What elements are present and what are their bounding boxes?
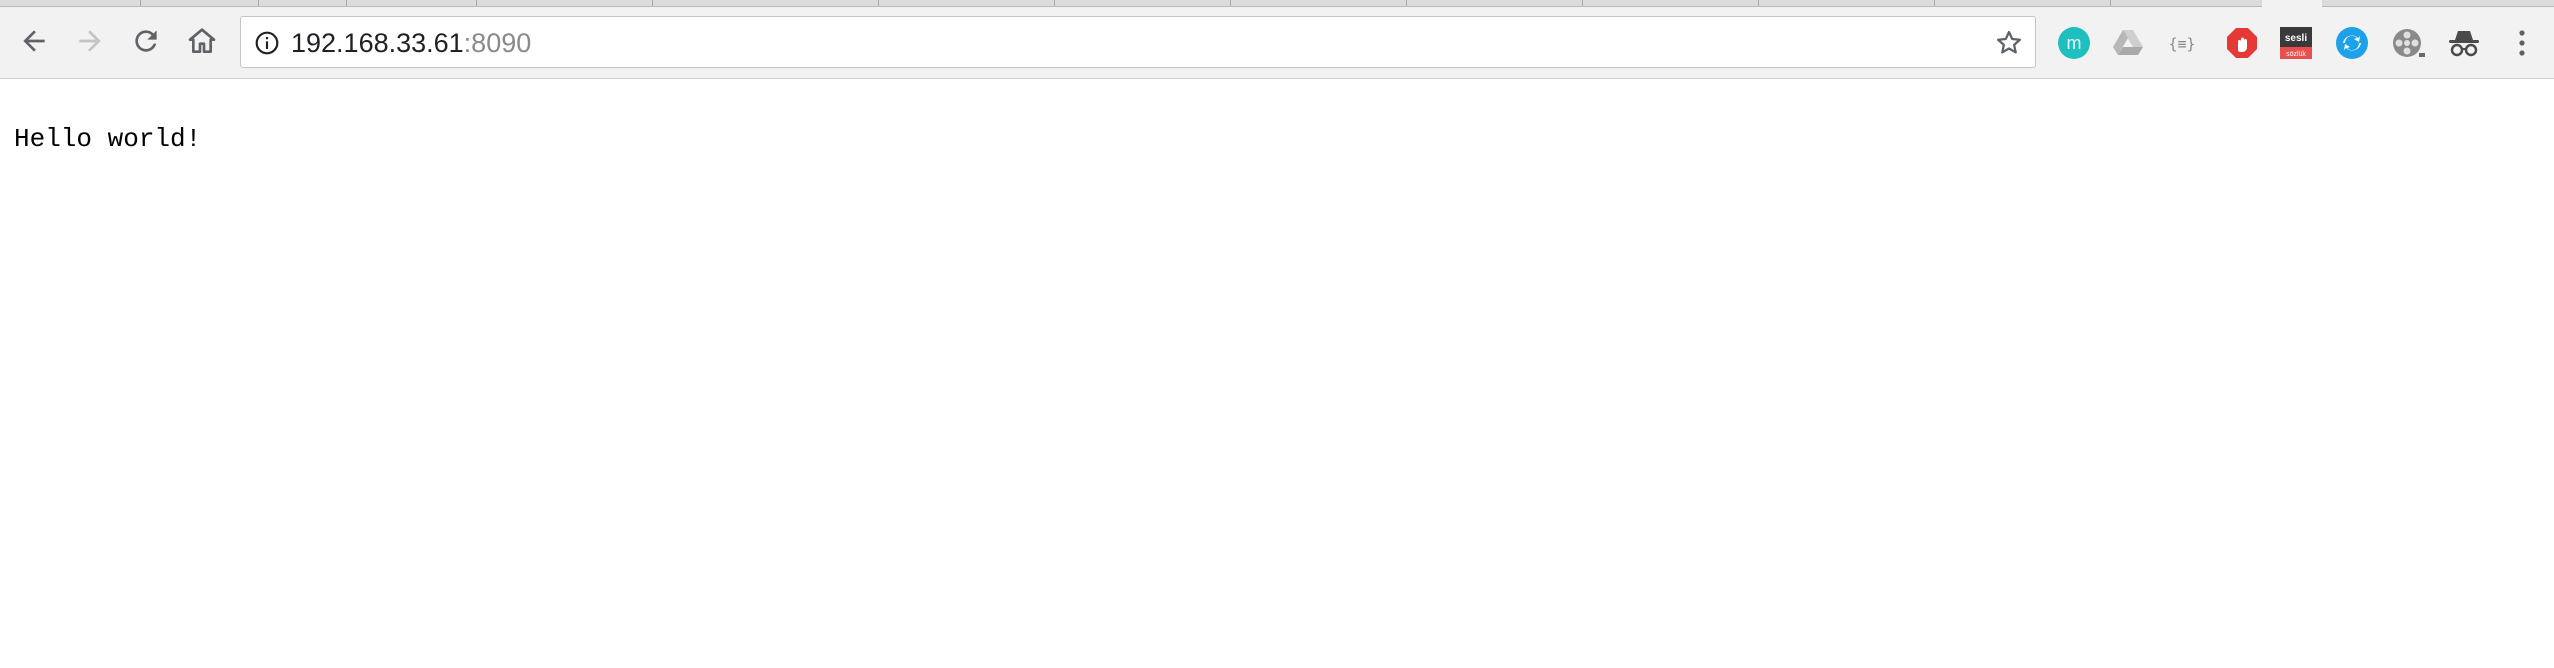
m-extension-icon: m	[2058, 27, 2090, 59]
info-icon	[255, 31, 279, 55]
sync-extension-button[interactable]	[2334, 25, 2370, 61]
film-reel-icon	[2393, 29, 2425, 57]
m-extension-button[interactable]: m	[2056, 25, 2092, 61]
page-content: Hello world!	[0, 80, 2554, 668]
forward-button[interactable]	[68, 19, 112, 63]
page-body-text: Hello world!	[14, 124, 202, 154]
svg-text:{≡}: {≡}	[2168, 35, 2195, 53]
svg-text:m: m	[2067, 33, 2082, 53]
browser-menu-button[interactable]	[2502, 25, 2542, 61]
sesli-sozluk-button[interactable]: sesli sözlük	[2278, 25, 2314, 61]
tab-divider	[1582, 0, 1583, 6]
drive-icon	[2113, 30, 2143, 55]
tab-divider	[476, 0, 477, 6]
tab-divider	[1054, 0, 1055, 6]
tab-divider	[140, 0, 141, 6]
star-icon	[1997, 30, 2021, 54]
tab-divider	[2110, 0, 2111, 6]
home-button[interactable]	[180, 19, 224, 63]
tab-divider	[1406, 0, 1407, 6]
json-formatter-button[interactable]: {≡}	[2164, 25, 2200, 61]
sync-icon	[2336, 27, 2368, 59]
reload-button[interactable]	[124, 19, 168, 63]
tab-divider	[346, 0, 347, 6]
active-tab[interactable]	[2262, 0, 2322, 7]
tab-divider	[1758, 0, 1759, 6]
home-icon	[188, 28, 216, 53]
back-button[interactable]	[12, 19, 56, 63]
json-formatter-icon: {≡}	[2168, 35, 2195, 53]
adblock-icon	[2227, 28, 2257, 58]
tab-divider	[878, 0, 879, 6]
site-info-button[interactable]	[253, 29, 281, 57]
url-host: 192.168.33.61	[291, 28, 464, 58]
adblock-button[interactable]	[2224, 25, 2260, 61]
incognito-icon	[2449, 31, 2479, 57]
incognito-extension-button[interactable]	[2446, 25, 2482, 61]
tab-divider	[1230, 0, 1231, 6]
tab-divider	[652, 0, 653, 6]
film-reel-button[interactable]	[2390, 25, 2426, 61]
svg-text:sözlük: sözlük	[2286, 51, 2306, 58]
tab-divider	[258, 0, 259, 6]
drive-extension-button[interactable]	[2110, 25, 2146, 61]
url-text[interactable]: 192.168.33.61:8090	[291, 17, 531, 69]
url-port: :8090	[463, 28, 532, 58]
tab-divider	[1934, 0, 1935, 6]
reload-icon	[135, 30, 157, 52]
back-arrow-icon	[23, 30, 45, 52]
address-bar[interactable]: 192.168.33.61:8090	[240, 16, 2036, 68]
bookmark-star-button[interactable]	[1993, 27, 2025, 59]
menu-kebab-icon	[2519, 30, 2525, 56]
forward-arrow-icon	[79, 30, 101, 52]
sesli-sozluk-icon: sesli sözlük	[2280, 27, 2312, 59]
browser-toolbar: 192.168.33.61:8090 m {≡} sesli sözlük	[0, 7, 2554, 79]
svg-text:sesli: sesli	[2285, 33, 2307, 44]
tab-strip	[0, 0, 2554, 7]
